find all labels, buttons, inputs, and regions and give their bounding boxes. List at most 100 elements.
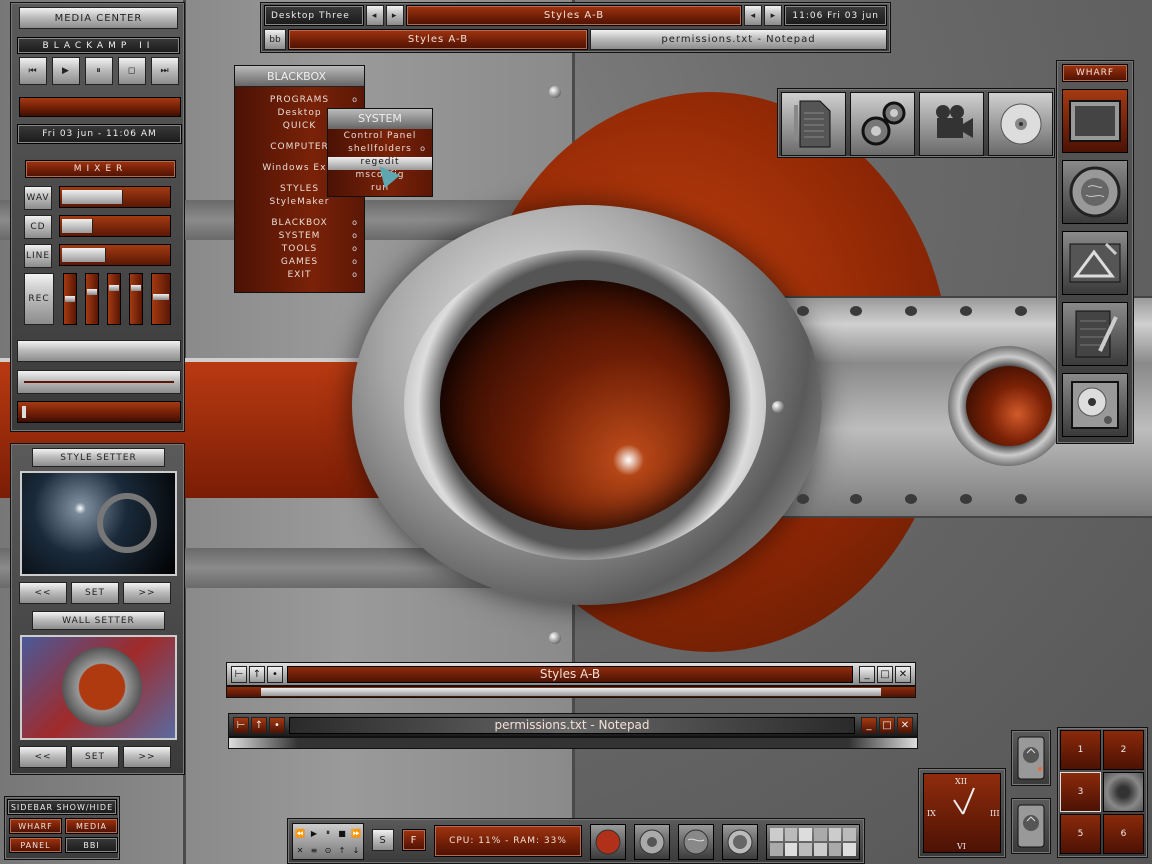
volume-down-icon[interactable]: ↓	[353, 846, 360, 855]
window-title[interactable]: Styles A-B	[287, 666, 853, 683]
rec-slider[interactable]	[129, 273, 143, 325]
pager-desktop-4[interactable]: 4	[1103, 772, 1144, 812]
workspace-prev-button[interactable]: ◂	[365, 5, 384, 26]
mixer-line-slider[interactable]	[59, 244, 171, 266]
tray-orb-button[interactable]	[722, 824, 758, 860]
task-button-inactive[interactable]: permissions.txt - Notepad	[590, 29, 887, 50]
menu-item-blackbox[interactable]: BLACKBOX o	[235, 218, 364, 231]
mixer-wav-slider[interactable]	[59, 186, 171, 208]
window-menu-button[interactable]: ⊢	[233, 717, 249, 734]
volume-bar[interactable]	[17, 401, 181, 423]
tray-small-icon[interactable]	[814, 828, 827, 841]
mixer-cd-slider[interactable]	[59, 215, 171, 237]
volume-up-icon[interactable]: ↑	[339, 846, 346, 855]
window-notepad-titlebar[interactable]: ⊢ ↑ • permissions.txt - Notepad _ □ ✕	[228, 713, 918, 737]
dock-settings-button[interactable]	[850, 92, 915, 156]
stop-icon[interactable]: ■	[338, 829, 346, 838]
window-stick-button[interactable]: •	[269, 717, 285, 734]
sidebar-date[interactable]: Fri 03 jun - 11:06 AM	[17, 124, 182, 144]
dock-document-button[interactable]	[781, 92, 846, 156]
forward-icon[interactable]: ⏩	[351, 829, 361, 838]
dock-camera-button[interactable]	[919, 92, 984, 156]
mixer-line-button[interactable]: LINE	[24, 244, 52, 268]
pause-icon[interactable]: ⏸	[326, 828, 330, 838]
repeat-icon[interactable]: ⊙	[325, 846, 332, 855]
style-prev-button[interactable]: <<	[19, 582, 67, 604]
submenu-item-shellfolders[interactable]: shellfolders o	[328, 144, 432, 157]
tray-small-icon[interactable]	[784, 828, 798, 841]
menu-item-exit[interactable]: EXIT o	[235, 270, 364, 283]
tray-small-icon[interactable]	[770, 843, 783, 856]
wall-prev-button[interactable]: <<	[19, 746, 67, 768]
slider-knob[interactable]	[109, 285, 119, 291]
window-maximize-button[interactable]: □	[879, 717, 895, 734]
pager-desktop-1[interactable]: 1	[1060, 730, 1101, 770]
bb-button[interactable]: bb	[264, 29, 286, 50]
style-set-button[interactable]: SET	[71, 582, 119, 604]
toggle-media-button[interactable]: MEDIA	[65, 818, 118, 834]
rec-slider[interactable]	[63, 273, 77, 325]
window-maximize-button[interactable]: □	[877, 666, 893, 683]
workspace-label[interactable]: Desktop Three	[264, 5, 364, 26]
rewind-icon[interactable]: ⏪	[295, 829, 305, 838]
submenu-item-control-panel[interactable]: Control Panel	[328, 131, 432, 144]
f-button[interactable]: F	[402, 829, 426, 851]
window-title[interactable]: permissions.txt - Notepad	[289, 717, 855, 734]
wharf-notepad-button[interactable]	[1062, 302, 1128, 366]
menu-item-stylemaker[interactable]: StyleMaker	[235, 197, 364, 210]
window-minimize-button[interactable]: _	[861, 717, 877, 734]
tray-small-icon[interactable]	[814, 843, 827, 856]
recycle-bin-empty-button[interactable]	[1011, 798, 1051, 854]
rec-slider[interactable]	[107, 273, 121, 325]
toolbar-clock[interactable]: 11:06 Fri 03 jun	[784, 5, 888, 26]
tray-red-orb-button[interactable]	[590, 824, 626, 860]
window-next-button[interactable]: ▸	[764, 5, 783, 26]
window-styles-ab-titlebar[interactable]: ⊢ ↑ • Styles A-B _ □ ✕	[226, 662, 916, 686]
media-center-title[interactable]: MEDIA CENTER	[19, 7, 178, 29]
recycle-bin-full-button[interactable]	[1011, 730, 1051, 786]
seek-bar[interactable]	[17, 370, 181, 394]
s-button[interactable]: S	[372, 829, 394, 851]
tray-small-icon[interactable]	[770, 828, 783, 841]
volume-knob[interactable]	[22, 406, 26, 418]
workspace-next-button[interactable]: ▸	[385, 5, 404, 26]
tray-small-icon[interactable]	[843, 828, 856, 841]
wharf-monitor-button[interactable]	[1062, 89, 1128, 153]
tray-small-icon[interactable]	[828, 843, 842, 856]
window-close-button[interactable]: ✕	[897, 717, 913, 734]
tray-small-icon[interactable]	[843, 843, 856, 856]
style-preview-thumbnail[interactable]	[20, 471, 177, 576]
wharf-globe-button[interactable]	[1062, 160, 1128, 224]
pager-desktop-3[interactable]: 3	[1060, 772, 1101, 812]
tray-small-icon[interactable]	[784, 843, 798, 856]
wharf-drafting-button[interactable]	[1062, 231, 1128, 295]
wallpaper-preview-thumbnail[interactable]	[20, 635, 177, 740]
rec-master-slider[interactable]	[151, 273, 171, 325]
submenu-item-run[interactable]: run	[328, 183, 432, 196]
tray-small-icon[interactable]	[799, 843, 812, 856]
wharf-harddrive-button[interactable]	[1062, 373, 1128, 437]
menu-item-system[interactable]: SYSTEM o	[235, 231, 364, 244]
mixer-wav-button[interactable]: WAV	[24, 186, 52, 210]
toggle-wharf-button[interactable]: WHARF	[9, 818, 62, 834]
style-next-button[interactable]: >>	[123, 582, 171, 604]
play-icon[interactable]: ▶	[311, 829, 317, 838]
stop-button[interactable]: ◻	[118, 57, 146, 85]
tray-globe-button[interactable]	[678, 824, 714, 860]
pager-desktop-5[interactable]: 5	[1060, 814, 1101, 854]
menu-item-games[interactable]: GAMES o	[235, 257, 364, 270]
window-raise-button[interactable]: ↑	[251, 717, 267, 734]
slider-knob[interactable]	[65, 296, 75, 302]
menu-item-programs[interactable]: PROGRAMS o	[235, 95, 364, 108]
slider-knob[interactable]	[153, 294, 169, 300]
wall-next-button[interactable]: >>	[123, 746, 171, 768]
task-button-active[interactable]: Styles A-B	[288, 29, 588, 50]
pause-button[interactable]: ⏸	[85, 57, 113, 85]
tray-small-icon[interactable]	[828, 828, 842, 841]
window-stick-button[interactable]: •	[267, 666, 283, 683]
play-button[interactable]: ▶	[52, 57, 80, 85]
slider-knob[interactable]	[87, 289, 97, 295]
toggle-bbi-button[interactable]: BBI	[65, 837, 118, 853]
mixer-cd-button[interactable]: CD	[24, 215, 52, 239]
dock-disc-button[interactable]	[988, 92, 1053, 156]
